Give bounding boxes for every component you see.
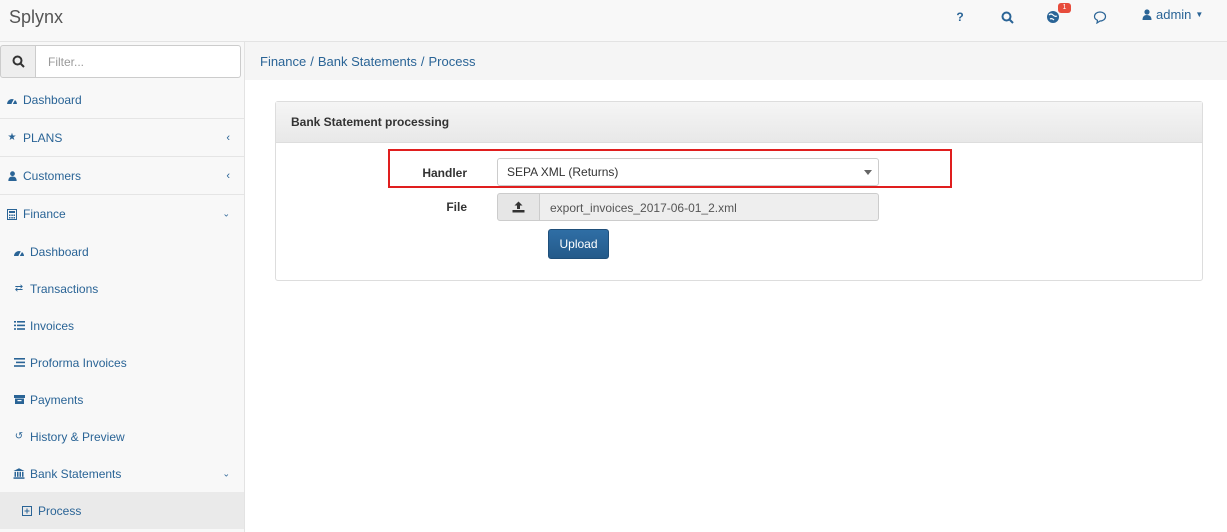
sidebar-item-label: Dashboard	[30, 244, 89, 259]
sidebar-item-label: History & Preview	[30, 429, 125, 444]
file-label: File	[446, 200, 467, 214]
upload-button[interactable]: Upload	[548, 229, 609, 259]
sidebar-item-bank-statements[interactable]: Bank Statements ⌄	[0, 455, 244, 492]
breadcrumb-separator: /	[420, 54, 425, 69]
user-icon	[1142, 9, 1152, 20]
sidebar-item-history-preview[interactable]: ↺ History & Preview	[0, 418, 244, 455]
sidebar-item-label: Transactions	[30, 281, 99, 296]
upload-icon	[512, 201, 525, 213]
bank-icon	[12, 467, 26, 481]
exchange-icon: ⇄	[14, 283, 24, 294]
handler-label: Handler	[422, 166, 467, 180]
list-alt-icon	[12, 356, 26, 370]
payments-icon	[12, 393, 26, 407]
sidebar-item-label: Bank Statements	[30, 466, 122, 481]
handler-select[interactable]: SEPA XML (Returns)	[497, 158, 879, 186]
dashboard-icon	[5, 93, 19, 107]
help-label: ?	[956, 10, 964, 24]
user-icon	[5, 169, 19, 183]
history-icon: ↺	[14, 431, 24, 442]
list-icon	[12, 319, 26, 333]
sidebar-item-label: Dashboard	[23, 92, 82, 107]
sidebar-item-process[interactable]: Process	[0, 492, 244, 529]
breadcrumb-bank-statements[interactable]: Bank Statements	[318, 54, 417, 69]
sidebar-item-label: Finance	[23, 207, 66, 221]
sidebar-nav: Dashboard ★ PLANS ‹ Customers ‹ Finance …	[0, 81, 244, 529]
sidebar-item-finance[interactable]: Finance ⌄	[0, 195, 244, 233]
sidebar-item-label: Customers	[23, 168, 82, 183]
search-icon[interactable]	[997, 7, 1017, 27]
breadcrumb-process[interactable]: Process	[429, 54, 476, 69]
sidebar-item-dashboard[interactable]: Dashboard	[0, 81, 244, 119]
notification-badge: 1	[1058, 3, 1071, 13]
sidebar-item-transactions[interactable]: ⇄ Transactions	[0, 270, 244, 307]
chevron-down-icon: ⌄	[222, 468, 230, 478]
chat-icon[interactable]	[1090, 7, 1110, 27]
sidebar-item-finance-dashboard[interactable]: Dashboard	[0, 233, 244, 270]
file-input-group: export_invoices_2017-06-01_2.xml	[497, 193, 879, 221]
plus-square-icon	[20, 504, 34, 518]
chevron-left-icon: ‹	[226, 169, 230, 182]
chevron-left-icon: ‹	[226, 131, 230, 144]
chevron-down-icon: ⌄	[222, 208, 230, 219]
filter-input[interactable]	[36, 45, 241, 78]
main-content: Finance / Bank Statements / Process Bank Sta…	[245, 42, 1227, 532]
dashboard-icon	[12, 245, 26, 259]
calculator-icon	[5, 207, 19, 221]
panel-title: Bank Statement processing	[276, 102, 1202, 143]
caret-down-icon	[864, 170, 872, 175]
sidebar-item-payments[interactable]: Payments	[0, 381, 244, 418]
file-browse-button[interactable]	[497, 193, 540, 221]
star-icon: ★	[7, 132, 17, 143]
sidebar-item-label: Process	[38, 503, 82, 518]
sidebar-filter	[0, 45, 241, 78]
breadcrumb-separator: /	[310, 54, 314, 69]
filter-search-button[interactable]	[0, 45, 36, 78]
user-menu[interactable]: admin ▼	[1142, 7, 1203, 22]
sidebar-item-proforma-invoices[interactable]: Proforma Invoices	[0, 344, 244, 381]
user-name: admin	[1156, 7, 1192, 22]
file-name-display: export_invoices_2017-06-01_2.xml	[540, 193, 879, 221]
sidebar-item-label: PLANS	[23, 130, 63, 145]
brand-logo[interactable]: Splynx	[9, 7, 63, 28]
top-navbar: Splynx ? 1 admin ▼	[0, 0, 1227, 42]
handler-selected-value: SEPA XML (Returns)	[507, 165, 619, 179]
caret-down-icon: ▼	[1195, 10, 1204, 19]
sidebar-item-customers[interactable]: Customers ‹	[0, 157, 244, 195]
sidebar-item-label: Invoices	[30, 318, 75, 333]
sidebar-item-label: Payments	[30, 392, 84, 407]
search-icon	[12, 55, 25, 68]
help-icon[interactable]: ?	[950, 7, 970, 27]
breadcrumb-finance[interactable]: Finance	[260, 54, 306, 69]
sidebar-item-label: Proforma Invoices	[30, 355, 127, 370]
bank-statement-panel: Bank Statement processing Handler SEPA X…	[275, 101, 1203, 281]
breadcrumb: Finance / Bank Statements / Process	[245, 42, 1227, 80]
sidebar: Dashboard ★ PLANS ‹ Customers ‹ Finance …	[0, 42, 245, 532]
sidebar-item-invoices[interactable]: Invoices	[0, 307, 244, 344]
sidebar-item-plans[interactable]: ★ PLANS ‹	[0, 119, 244, 157]
